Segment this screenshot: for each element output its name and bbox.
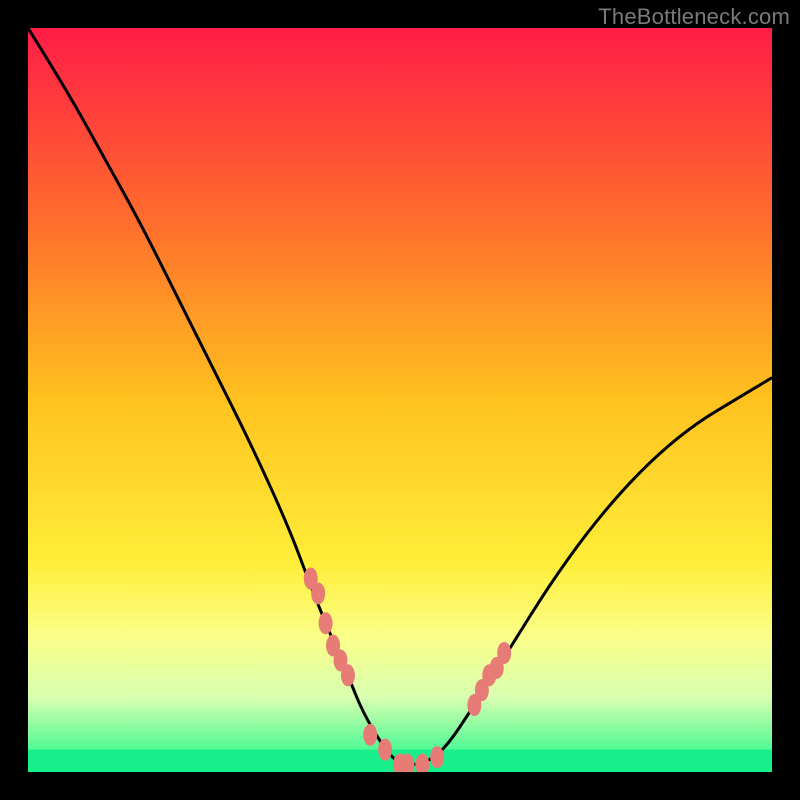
highlight-dot <box>378 739 392 761</box>
highlight-dot <box>363 724 377 746</box>
chart-frame <box>28 28 772 772</box>
highlight-dot <box>430 746 444 768</box>
highlight-dot <box>319 612 333 634</box>
highlight-dot <box>341 664 355 686</box>
highlight-dot <box>497 642 511 664</box>
bottleneck-chart <box>28 28 772 772</box>
highlight-dot <box>311 582 325 604</box>
watermark-text: TheBottleneck.com <box>598 4 790 30</box>
gradient-background <box>28 28 772 772</box>
